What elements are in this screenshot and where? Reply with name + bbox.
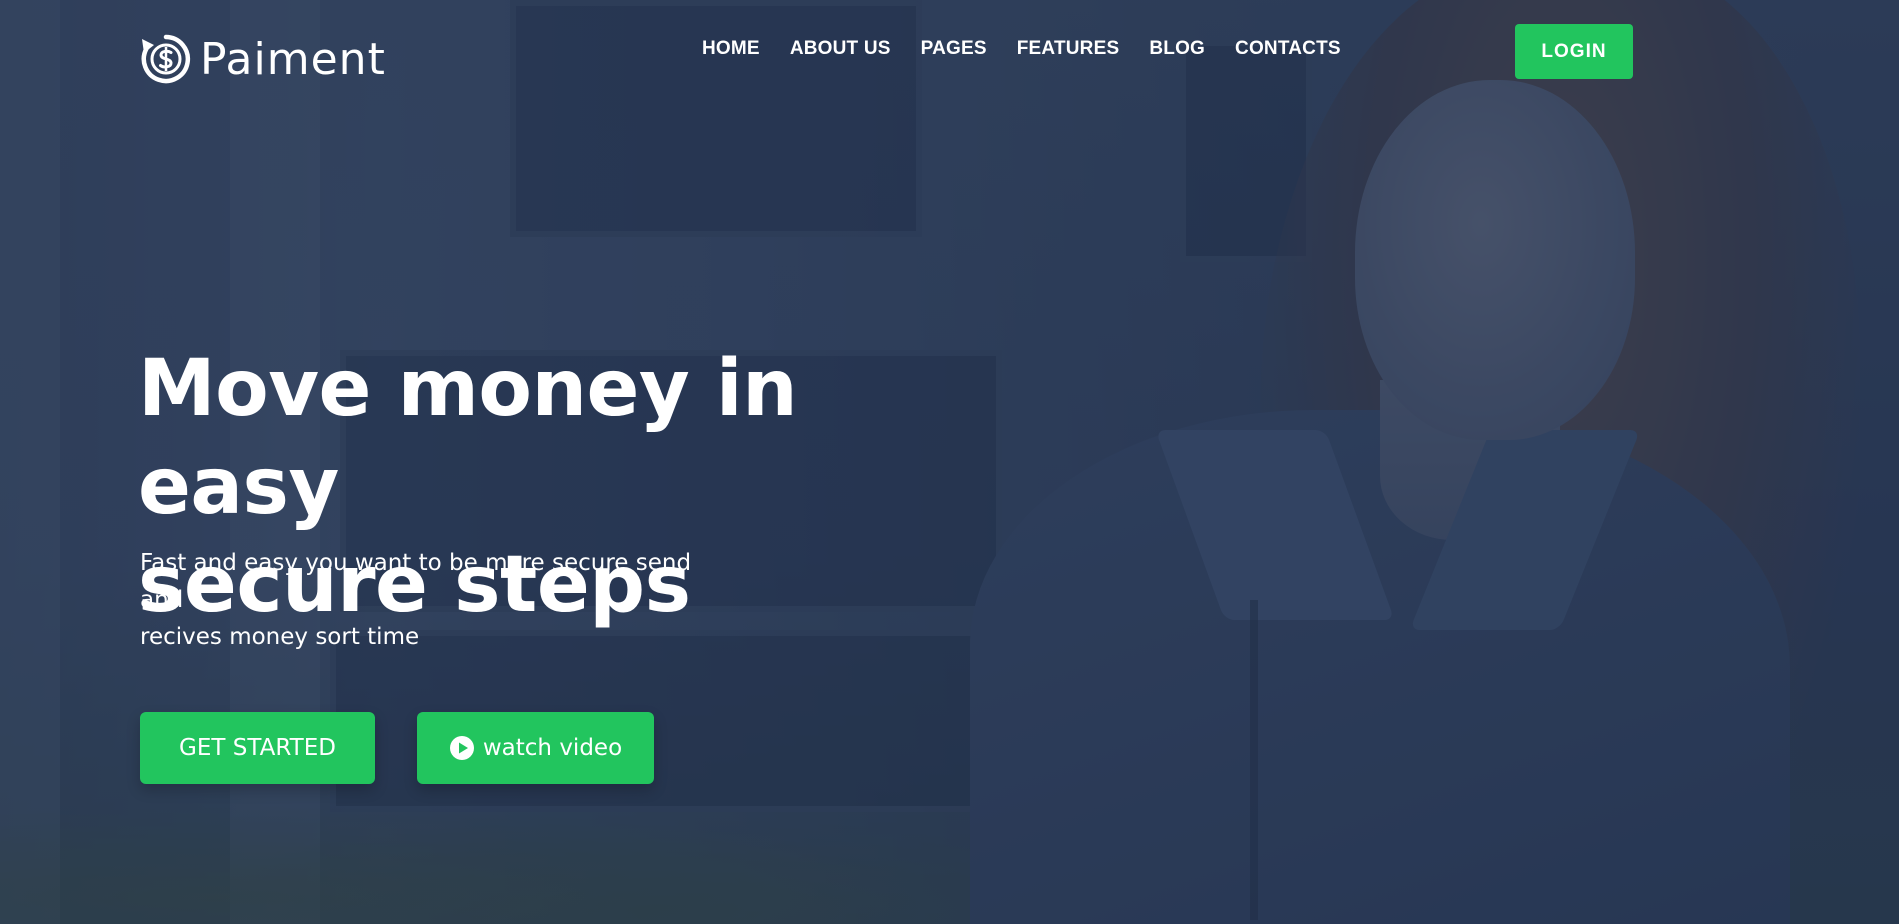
nav-item-home[interactable]: HOME <box>702 38 760 64</box>
hero-subtext-line2: recives money sort time <box>140 624 420 650</box>
nav-item-contacts[interactable]: CONTACTS <box>1235 38 1341 64</box>
hero-section: Paiment HOME ABOUT US PAGES FEATURES BLO… <box>0 0 1899 924</box>
nav-item-about-us[interactable]: ABOUT US <box>790 38 891 64</box>
watch-video-button[interactable]: watch video <box>417 712 654 784</box>
get-started-label: GET STARTED <box>179 735 336 761</box>
brand-name: Paiment <box>200 33 386 85</box>
brand-logo[interactable]: Paiment <box>140 32 386 86</box>
main-nav: HOME ABOUT US PAGES FEATURES BLOG CONTAC… <box>702 38 1371 64</box>
watch-video-label: watch video <box>482 735 623 761</box>
nav-item-blog[interactable]: BLOG <box>1149 38 1205 64</box>
login-button[interactable]: LOGIN <box>1515 24 1633 79</box>
get-started-button[interactable]: GET STARTED <box>140 712 375 784</box>
hero-subtext: Fast and easy you want to be more secure… <box>140 545 740 656</box>
nav-item-pages[interactable]: PAGES <box>921 38 987 64</box>
dollar-refresh-icon <box>141 34 191 84</box>
play-circle-icon <box>449 736 474 760</box>
hero-subtext-line1: Fast and easy you want to be more secure… <box>140 550 692 613</box>
hero-headline-line1: Move money in easy <box>138 344 798 532</box>
nav-item-features[interactable]: FEATURES <box>1017 38 1120 64</box>
